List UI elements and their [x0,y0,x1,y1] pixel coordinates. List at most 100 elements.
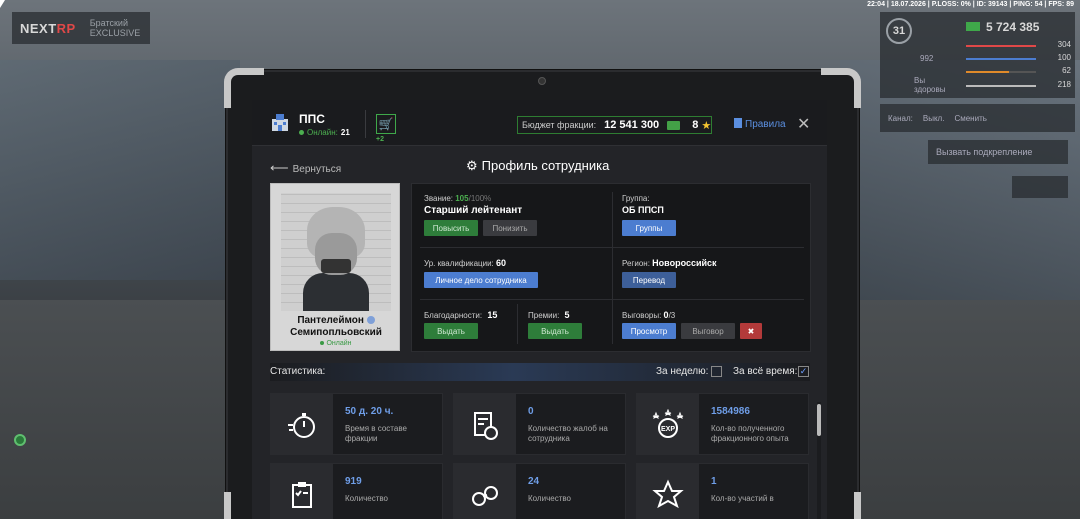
stat-desc: Количество [528,494,571,503]
region: Регион: Новороссийск [622,258,717,268]
call-backup-button[interactable]: Вызвать подкрепление [928,140,1068,164]
level-badge: 31 [886,18,912,44]
stat-desc: Кол-во участий в [711,494,774,503]
faction-header: ППС Онлайн: 21 🛒 +2 Бюджет фракции: 12 54… [252,100,827,146]
minimap-widget [1012,176,1068,198]
mouse-cursor-icon [0,0,5,8]
group-label: Группа: [622,194,650,203]
gear-icon: ⚙ [466,158,478,173]
qualification: Ур. квалификации: 60 [424,258,507,268]
hud-side-value: 992 [920,54,934,63]
stat-value: 50 д. 20 ч. [345,406,394,417]
divider [420,299,804,300]
groups-button[interactable]: Группы [622,220,676,236]
stat-desc: Количество жалоб на сотрудника [528,424,608,443]
svg-text:EXP: EXP [661,426,675,433]
stat-value: 1584986 [711,406,750,417]
star-icon: ★ [701,119,712,132]
scrollbar-thumb[interactable] [817,404,821,436]
book-icon [734,118,742,128]
stat-card: 50 д. 20 ч. Время в составе фракции [270,393,443,455]
camera-icon [538,77,546,85]
alltime-checkbox[interactable]: ✓ [798,366,809,377]
reprimand-button[interactable]: Выговор [681,323,735,339]
hud-status-line: 22:04 | 18.07.2026 | P.LOSS: 0% | ID: 39… [867,1,1074,8]
user-remove-icon: ✖ [747,326,755,336]
frame-corner [821,68,861,108]
statistics-label: Статистика: [270,366,326,377]
police-station-icon [272,114,288,131]
employee-online-status: Онлайн [271,340,401,347]
exp-icon: EXP [637,394,699,454]
rank-label: Звание: 105/100% [424,194,492,203]
transfer-button[interactable]: Перевод [622,272,676,288]
divider [612,192,613,344]
hud-side-label: Вы здоровы [914,76,946,94]
employee-photo [281,193,391,311]
employee-name: Пантелеймон Семипопльовский [290,315,382,338]
voice-hint: Сменить [954,113,987,123]
view-reprimands-button[interactable]: Просмотр [622,323,676,339]
promote-button[interactable]: Повысить [424,220,478,236]
stat-card: 919 Количество [270,463,443,519]
faction-points: 8 [692,119,699,131]
group-value: ОБ ППСП [622,205,664,215]
cart-icon: 🛒 [378,117,394,131]
voice-label: Канал: [888,113,913,123]
logo-text: NEXTRP [20,20,76,36]
budget-label: Бюджет фракции: [522,120,597,130]
stat-value: 24 [528,476,540,487]
clipboard-icon [271,464,333,519]
info-icon[interactable] [366,316,375,324]
arrow-left-icon: ⟵ [270,160,289,175]
stat-value: 1 [711,476,717,487]
stat-desc: Время в составе фракции [345,424,407,443]
stat-card: EXP 1584986 Кол-во полученного фракционн… [636,393,809,455]
demote-button[interactable]: Понизить [483,220,537,236]
cart-badge: +2 [376,136,384,143]
shop-cart-button[interactable]: 🛒 [376,114,396,134]
stat-card: 1 Кол-во участий в [636,463,809,519]
money-icon [667,120,681,130]
divider [420,247,804,248]
give-thanks-button[interactable]: Выдать [424,323,478,339]
server-logo: NEXTRP Братский EXCLUSIVE [12,12,150,44]
stat-desc: Количество [345,494,388,503]
player-money: 5 724 385 [966,20,1039,34]
statistics-bar: Статистика: За неделю: За всё время: ✓ [270,363,810,381]
faction-budget: Бюджет фракции: 12 541 300 8 ★ [517,116,713,134]
hud-health: 304 [966,40,1071,52]
reprimands: Выговоры: 0/3 [622,310,676,320]
close-button[interactable]: ✕ [797,114,810,134]
page-title: ⚙ Профиль сотрудника [466,158,610,173]
week-filter-label: За неделю: [656,366,709,377]
fire-employee-button[interactable]: ✖ [740,323,762,339]
voice-indicator-icon [14,434,26,446]
complaint-icon [454,394,516,454]
voice-value: Выкл. [922,113,945,123]
photo-body [303,273,369,311]
dossier-button[interactable]: Личное дело сотрудника [424,272,538,288]
stat-card: 0 Количество жалоб на сотрудника [453,393,626,455]
faction-online: Онлайн: 21 [299,128,350,137]
back-button[interactable]: ⟵ Вернуться [270,160,341,176]
stopwatch-icon [271,394,333,454]
thanks: Благодарности: 15 [424,310,498,320]
hud-hunger: 62 [966,66,1071,78]
stat-value: 0 [528,406,534,417]
frame-corner [821,492,861,519]
server-name: Братский EXCLUSIVE [89,18,141,38]
give-bonus-button[interactable]: Выдать [528,323,582,339]
photo-mask [321,259,351,273]
week-checkbox[interactable] [711,366,722,377]
divider [365,110,366,138]
budget-value: 12 541 300 [604,119,660,131]
star-icon [637,464,699,519]
bonuses: Премии: 5 [528,310,570,320]
rules-link[interactable]: Правила [734,118,786,130]
hud-fuel: 218 [966,80,1071,92]
employee-info-panel: Звание: 105/100% Старший лейтенант Повыс… [411,183,811,352]
rank-name: Старший лейтенант [424,205,523,216]
employee-photo-card: Пантелеймон Семипопльовский Онлайн [270,183,400,351]
divider [517,304,518,344]
